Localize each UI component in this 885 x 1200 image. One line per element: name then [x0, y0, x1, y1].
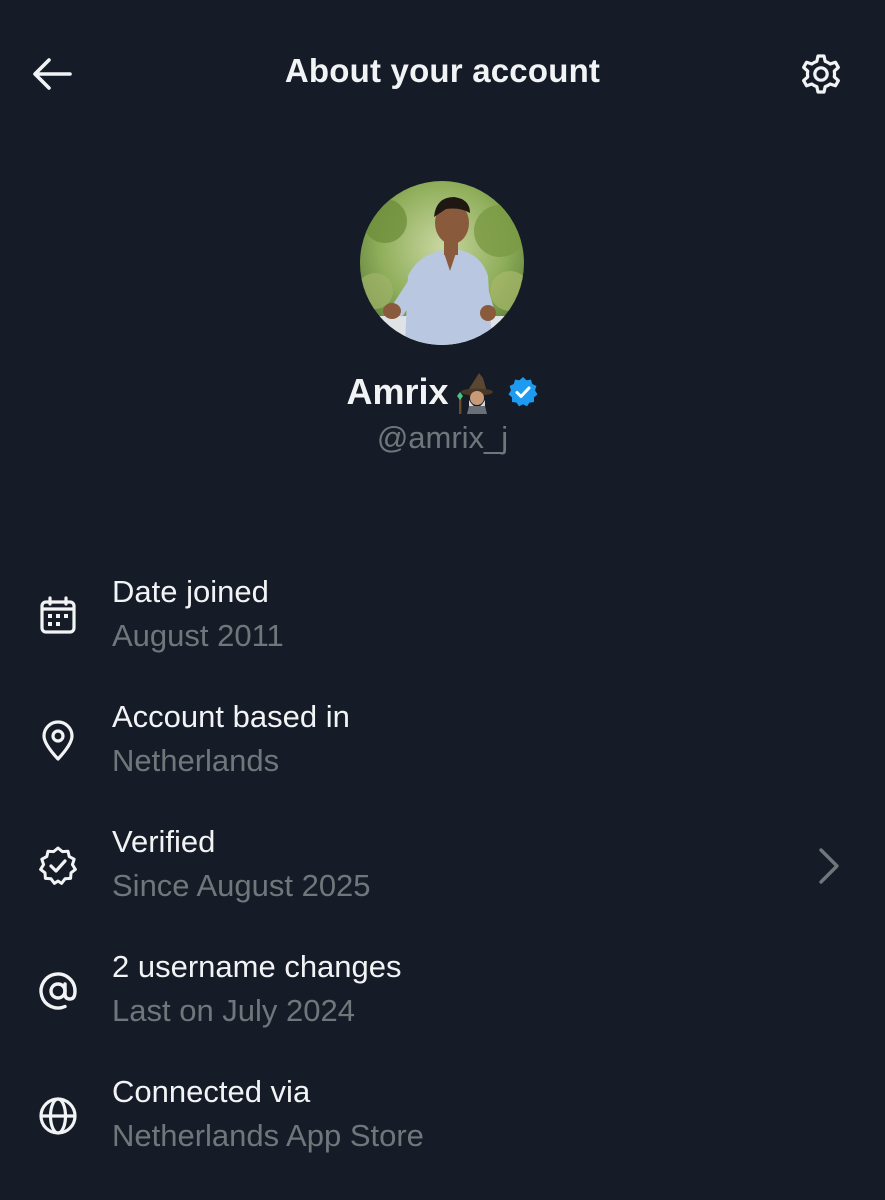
- about-account-screen: About your account Amrix @amrix_j Date j…: [0, 0, 885, 1200]
- location-pin-icon: [34, 717, 82, 765]
- info-subtitle: Netherlands: [112, 743, 280, 778]
- info-item-username-changes: 2 username changes Last on July 2024: [0, 943, 885, 1068]
- info-subtitle: August 2011: [112, 618, 284, 653]
- info-item-connected-via: Connected via Netherlands App Store: [0, 1068, 885, 1193]
- handle: @amrix_j: [376, 420, 509, 455]
- gear-icon: [802, 54, 840, 94]
- info-title: Account based in: [112, 699, 350, 734]
- avatar[interactable]: [360, 181, 524, 345]
- info-title: 2 username changes: [112, 949, 402, 984]
- settings-button[interactable]: [797, 50, 845, 98]
- header: About your account: [0, 36, 885, 112]
- info-subtitle: Netherlands App Store: [112, 1118, 424, 1153]
- at-sign-icon: [34, 967, 82, 1015]
- page-title: About your account: [284, 52, 601, 89]
- mage-emoji-icon: [455, 370, 499, 414]
- info-item-date-joined: Date joined August 2011: [0, 568, 885, 693]
- info-title: Date joined: [112, 574, 269, 609]
- verified-badge-icon[interactable]: [507, 376, 539, 408]
- name-row: Amrix: [0, 370, 885, 414]
- info-subtitle: Since August 2025: [112, 868, 371, 903]
- verified-check-icon: [34, 842, 82, 890]
- globe-icon: [34, 1092, 82, 1140]
- info-item-account-based-in: Account based in Netherlands: [0, 693, 885, 818]
- info-title: Verified: [112, 824, 216, 859]
- display-name: Amrix: [346, 371, 449, 412]
- info-item-verified[interactable]: Verified Since August 2025: [0, 818, 885, 943]
- chevron-right-icon[interactable]: [815, 846, 843, 886]
- info-subtitle: Last on July 2024: [112, 993, 356, 1028]
- info-title: Connected via: [112, 1074, 311, 1109]
- profile-photo: [360, 181, 524, 345]
- account-info-list: Date joined August 2011 Account based in…: [0, 568, 885, 1193]
- calendar-icon: [34, 592, 82, 640]
